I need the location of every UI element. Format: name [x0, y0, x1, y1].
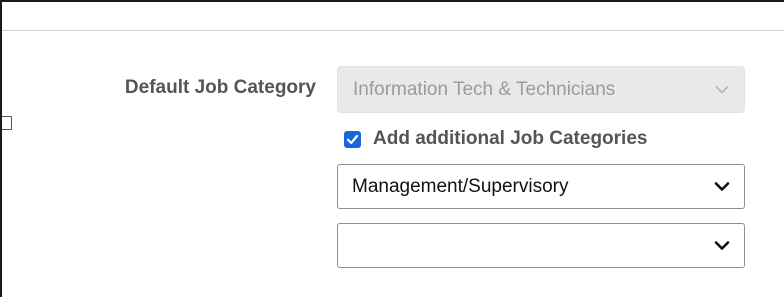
additional-job-category-select-2[interactable] [337, 223, 745, 268]
chevron-down-icon [715, 85, 729, 94]
chevron-down-icon [714, 181, 730, 191]
add-additional-categories-checkbox[interactable] [344, 130, 361, 148]
form-panel: Default Job Category Information Tech & … [0, 0, 784, 297]
default-job-category-value: Information Tech & Technicians [353, 78, 616, 100]
default-job-category-select: Information Tech & Technicians [337, 66, 745, 113]
chevron-down-icon [714, 240, 730, 250]
add-additional-categories-label: Add additional Job Categories [373, 128, 648, 149]
additional-job-category-select-1[interactable]: Management/Supervisory [337, 164, 745, 209]
additional-job-category-value-1: Management/Supervisory [352, 175, 569, 197]
collapse-icon[interactable] [2, 116, 16, 132]
add-additional-categories-row[interactable]: Add additional Job Categories [344, 128, 647, 150]
header-divider [2, 30, 784, 31]
check-icon [346, 134, 359, 144]
default-job-category-label: Default Job Category [124, 77, 316, 98]
